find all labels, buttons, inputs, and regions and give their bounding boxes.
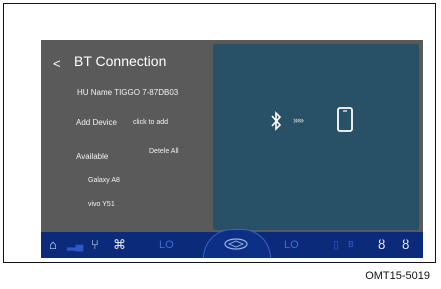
car-logo-icon [224, 238, 248, 250]
page-title: BT Connection [74, 53, 167, 69]
device-item[interactable]: Galaxy A8 [88, 177, 120, 184]
hu-name: HU Name TIGGO 7-87DB03 [77, 88, 179, 97]
phone-icon [337, 107, 353, 132]
seat-heat-icon[interactable]: ȣ [378, 237, 385, 252]
seat-heat-icon[interactable]: ȣ [402, 237, 409, 252]
back-button[interactable]: < [53, 56, 61, 71]
add-device-label: Add Device [76, 118, 117, 127]
bluetooth-icon [271, 111, 282, 131]
delete-all-button[interactable]: Detele All [149, 148, 179, 155]
transfer-arrows-icon: ››››› [293, 115, 304, 125]
signal-icon: ▂▄ [67, 239, 84, 251]
available-label: Available [76, 152, 109, 161]
device-item[interactable]: vivo Y51 [88, 201, 115, 208]
bt-settings-panel: < BT Connection HU Name TIGGO 7-87DB03 A… [41, 40, 211, 232]
left-temp-lo[interactable]: LO [159, 239, 174, 251]
bottom-status-bar: ⌂ ▂▄ ⑂ ⌘ LO LO ▯ ʙ ȣ ȣ [41, 229, 423, 258]
home-icon[interactable]: ⌂ [49, 237, 57, 252]
click-to-add-button[interactable]: click to add [133, 119, 168, 126]
seat-icon[interactable]: ⑂ [91, 237, 99, 252]
figure-caption: OMT15-5019 [365, 270, 430, 282]
head-unit-screen: < BT Connection HU Name TIGGO 7-87DB03 A… [41, 40, 423, 258]
fan-icon[interactable]: ⌘ [113, 237, 126, 253]
phone-status-icon: ▯ [333, 239, 340, 251]
right-temp-lo[interactable]: LO [284, 239, 299, 251]
bluetooth-status-icon: ʙ [348, 238, 354, 250]
connection-visual-panel: ››››› [213, 44, 419, 230]
